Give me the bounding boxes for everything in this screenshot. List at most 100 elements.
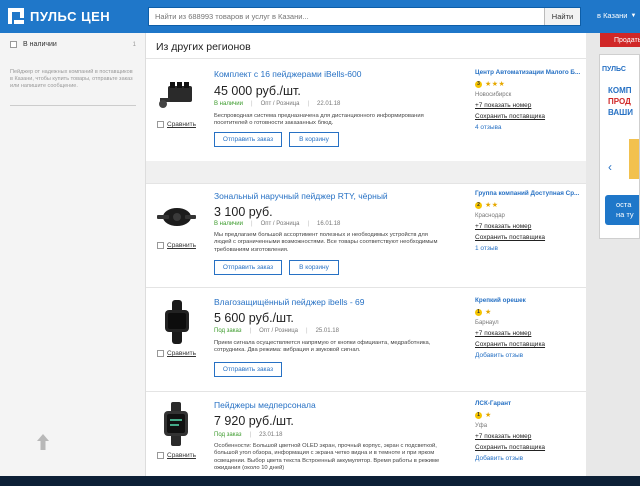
reviews-link[interactable]: 1 отзыв [475, 245, 583, 252]
os-taskbar [0, 476, 640, 486]
divider: | [307, 101, 310, 107]
seller-name[interactable]: ЛСК-Гарант [475, 400, 583, 407]
compare-checkbox[interactable] [157, 242, 164, 249]
sidebar-divider [10, 105, 136, 106]
sale-type: Опт / Розница [259, 328, 298, 334]
product-description: Особенности: Большой цветной OLED экран,… [214, 443, 440, 471]
availability-status: Под заказ [214, 432, 242, 438]
save-supplier-link[interactable]: Сохранить поставщика [475, 113, 583, 120]
star-icon: ★★★ [485, 81, 506, 88]
region-selector[interactable]: в Казани ▼ [597, 11, 636, 20]
availability-status: В наличии [214, 101, 244, 107]
compare-checkbox[interactable] [157, 350, 164, 357]
divider: | [249, 432, 252, 438]
reviews-link[interactable]: 4 отзыва [475, 124, 583, 131]
product-card: Сравнить Зональный наручный пейджер RTY,… [146, 183, 586, 287]
chevron-down-icon: ▼ [630, 12, 637, 19]
seller-rating: 3 ★★★ [475, 80, 583, 88]
product-image[interactable] [154, 300, 198, 344]
in-stock-checkbox[interactable] [10, 41, 17, 48]
product-meta: В наличии | Опт / Розница | 22.01.18 [214, 101, 340, 107]
logo-icon [8, 8, 24, 24]
compare-toggle[interactable]: Сравнить [157, 121, 196, 128]
ad-logo: ПУЛЬС [602, 66, 626, 73]
show-phone-link[interactable]: +7 показать номер [475, 330, 583, 337]
compare-toggle[interactable]: Сравнить [157, 452, 196, 459]
ad-line: ПРОД [608, 97, 631, 106]
save-supplier-link[interactable]: Сохранить поставщика [475, 444, 583, 451]
compare-toggle[interactable]: Сравнить [157, 350, 196, 357]
compare-label: Сравнить [167, 121, 196, 128]
listing-date: 25.01.18 [315, 328, 339, 334]
chevron-left-icon[interactable]: ‹ [608, 160, 612, 174]
site-logo[interactable]: ПУЛЬС ЦЕН [8, 8, 110, 24]
region-label: в Казани [597, 11, 628, 20]
product-price: 7 920 руб./шт. [214, 414, 294, 428]
rating-badge: 1 [475, 411, 482, 419]
add-review-link[interactable]: Добавить отзыв [475, 455, 583, 462]
add-review-link[interactable]: Добавить отзыв [475, 352, 583, 359]
product-title[interactable]: Пейджеры медперсонала [214, 400, 316, 410]
show-phone-link[interactable]: +7 показать номер [475, 102, 583, 109]
seller-city: Уфа [475, 423, 488, 429]
sidebar-note: Пейджер от надежных компаний в поставщик… [10, 69, 133, 89]
product-card: Сравнить Комплект с 16 пейджерами iBells… [146, 58, 586, 161]
section-title: Из других регионов [156, 41, 251, 53]
product-description: Беспроводная система предназначена для д… [214, 113, 424, 127]
star-icon: ★ [485, 412, 492, 419]
product-price: 45 000 руб./шт. [214, 84, 301, 98]
product-image[interactable] [154, 193, 198, 237]
send-order-button[interactable]: Отправить заказ [214, 132, 282, 147]
seller-name[interactable]: Центр Автоматизации Малого Б... [475, 69, 583, 76]
divider: | [251, 101, 253, 107]
ad-cta-button[interactable]: оста на ту [605, 195, 639, 225]
compare-label: Сравнить [167, 350, 196, 357]
product-image[interactable] [154, 402, 198, 446]
seller-block: Крепкий орешек 1 ★ Барнаул +7 показать н… [475, 297, 583, 359]
save-supplier-link[interactable]: Сохранить поставщика [475, 234, 583, 241]
compare-checkbox[interactable] [157, 452, 164, 459]
product-title[interactable]: Зональный наручный пейджер RTY, чёрный [214, 191, 388, 201]
send-order-button[interactable]: Отправить заказ [214, 260, 282, 275]
search-input[interactable] [149, 8, 544, 25]
product-title[interactable]: Комплект с 16 пейджерами iBells-600 [214, 69, 362, 79]
seller-block: Группа компаний Доступная Ср... 2 ★★ Кра… [475, 190, 583, 252]
compare-label: Сравнить [167, 242, 196, 249]
ad-graphic [629, 139, 639, 179]
seller-rating: 1 ★ [475, 308, 583, 316]
in-stock-count: 1 [132, 41, 136, 48]
seller-name[interactable]: Группа компаний Доступная Ср... [475, 190, 583, 197]
availability-status: Под заказ [214, 328, 242, 334]
compare-checkbox[interactable] [157, 121, 164, 128]
save-supplier-link[interactable]: Сохранить поставщика [475, 341, 583, 348]
ad-cta-line: оста [616, 200, 632, 209]
scroll-up-arrow-icon[interactable] [36, 433, 50, 451]
section-separator [146, 161, 586, 183]
star-icon: ★ [485, 309, 492, 316]
ad-headline: КОМП ПРОД ВАШИ [608, 85, 633, 118]
sell-button[interactable]: Продать [600, 33, 640, 47]
ad-line: ВАШИ [608, 108, 633, 117]
product-card: Сравнить Влагозащищённый пейджер ibells … [146, 287, 586, 391]
add-to-cart-button[interactable]: В корзину [289, 260, 339, 275]
show-phone-link[interactable]: +7 показать номер [475, 223, 583, 230]
compare-toggle[interactable]: Сравнить [157, 242, 196, 249]
add-to-cart-button[interactable]: В корзину [289, 132, 339, 147]
search-button[interactable]: Найти [544, 8, 580, 25]
show-phone-link[interactable]: +7 показать номер [475, 433, 583, 440]
seller-block: ЛСК-Гарант 1 ★ Уфа +7 показать номер Сох… [475, 400, 583, 462]
product-meta: Под заказ | 23.01.18 [214, 432, 282, 438]
rating-badge: 1 [475, 308, 482, 316]
ad-line: КОМП [608, 86, 632, 95]
sale-type: Опт / Розница [260, 221, 300, 227]
top-bar: ПУЛЬС ЦЕН Найти в Казани ▼ [0, 0, 640, 33]
divider: | [307, 221, 310, 227]
send-order-button[interactable]: Отправить заказ [214, 362, 282, 377]
seller-name[interactable]: Крепкий орешек [475, 297, 583, 304]
product-title[interactable]: Влагозащищённый пейджер ibells - 69 [214, 297, 365, 307]
product-description: Мы предлагаем большой ассортимент полезн… [214, 232, 438, 253]
ad-banner[interactable]: ПУЛЬС КОМП ПРОД ВАШИ ‹ оста на ту [599, 54, 640, 239]
filter-sidebar: В наличии 1 Пейджер от надежных компаний… [0, 33, 146, 486]
product-image[interactable] [154, 72, 198, 116]
in-stock-filter[interactable]: В наличии 1 [10, 41, 136, 48]
